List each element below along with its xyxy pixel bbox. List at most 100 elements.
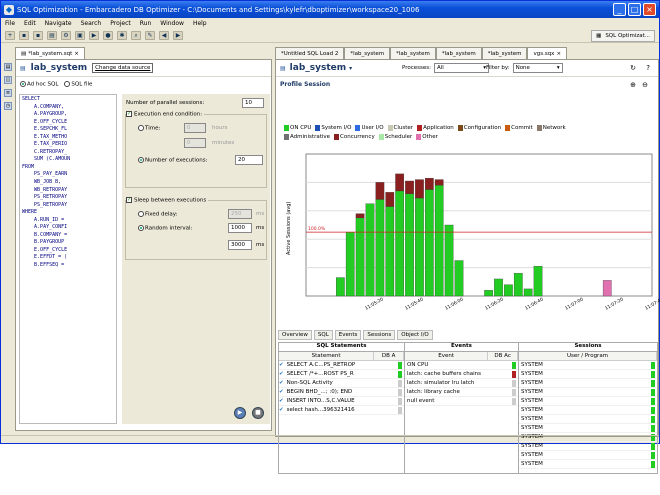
menu-help[interactable]: Help [193, 20, 207, 27]
refresh-icon[interactable]: ↻ [630, 64, 636, 72]
legend-item[interactable]: Concurrency [334, 133, 375, 142]
perspective-switcher[interactable]: ▦ SQL Optimizat... [591, 30, 655, 42]
random-min-stepper[interactable]: 1000 [228, 223, 252, 233]
tab-lab-system-2[interactable]: *lab_system [390, 47, 436, 59]
num-executions-stepper[interactable]: 20 [235, 155, 263, 165]
sql-file-radio[interactable]: SQL file [64, 81, 92, 88]
execution-end-checkbox[interactable]: ✓ Execution end condition: [126, 111, 205, 118]
tab-lab-system-1[interactable]: *lab_system [344, 47, 391, 59]
search-icon[interactable]: ⌕ [131, 31, 141, 40]
time-radio[interactable]: Time: [138, 125, 160, 132]
legend-item[interactable]: Network [536, 124, 566, 133]
tab-overview[interactable]: Overview [278, 330, 312, 340]
connect-icon[interactable]: ⚙ [61, 31, 71, 40]
menu-navigate[interactable]: Navigate [45, 20, 72, 27]
filter-select[interactable]: None ▾ [512, 63, 563, 73]
fixed-delay-stepper[interactable]: 250 [228, 209, 252, 219]
legend-item[interactable]: Application [417, 124, 454, 133]
table-row[interactable]: ✔ SELECT A.C...PS_RETROP [279, 361, 404, 370]
tab-lab-system-sqt[interactable]: ▤ *lab_system.sqt × [15, 47, 85, 59]
tab-object-io[interactable]: Object I/O [397, 330, 433, 340]
parallel-sessions-stepper[interactable]: 10 [242, 98, 264, 108]
table-row[interactable]: null event [405, 397, 518, 406]
sql-text-editor[interactable]: SELECT A.COMPANY, A.PAYGROUP, E.OFF_CYCL… [19, 94, 117, 424]
save-all-icon[interactable]: ▪ [33, 31, 43, 40]
menu-edit[interactable]: Edit [24, 20, 36, 27]
execute-icon[interactable]: ▶ [89, 31, 99, 40]
table-row[interactable]: SYSTEM [519, 379, 657, 388]
table-row[interactable]: SYSTEM [519, 424, 657, 433]
close-tab-icon[interactable]: × [74, 51, 79, 57]
legend-item[interactable]: ON CPU [284, 124, 311, 133]
active-sessions-chart[interactable]: 100.0% Active Sessions (avg) 11:05:20 11:05… [276, 150, 660, 332]
table-row[interactable]: SYSTEM [519, 370, 657, 379]
random-max-stepper[interactable]: 3000 [228, 240, 252, 250]
menu-run[interactable]: Run [140, 20, 152, 27]
legend-item[interactable]: Cluster [387, 124, 413, 133]
table-row[interactable]: latch: cache buffers chains [405, 370, 518, 379]
tab-lab-system-3[interactable]: *lab_system [435, 47, 482, 59]
database-icon[interactable]: ▣ [75, 31, 85, 40]
processes-select[interactable]: All ▾ [433, 63, 489, 73]
table-row[interactable]: ✔ BEGIN BHD_...; :0); END [279, 388, 404, 397]
maximize-button[interactable]: □ [628, 3, 641, 16]
table-row[interactable]: SYSTEM [519, 451, 657, 460]
history-icon[interactable]: ◷ [4, 102, 12, 110]
tab-sql[interactable]: SQL [313, 330, 333, 340]
forward-icon[interactable]: ▶ [173, 31, 183, 40]
outline-icon[interactable]: ≡ [4, 89, 12, 97]
tab-untitled-sql-load[interactable]: *Untitled SQL Load 2 [275, 47, 345, 59]
tab-sessions[interactable]: Sessions [363, 330, 396, 340]
table-row[interactable]: ON CPU [405, 361, 518, 370]
menu-search[interactable]: Search [81, 20, 102, 27]
table-row[interactable]: SYSTEM [519, 442, 657, 451]
fixed-delay-radio[interactable]: Fixed delay: [138, 211, 177, 218]
random-interval-radio[interactable]: Random interval: [138, 225, 192, 232]
menu-window[interactable]: Window [160, 20, 184, 27]
minimize-button[interactable]: _ [613, 3, 626, 16]
execute-load-button[interactable]: ▶ [234, 407, 246, 419]
print-icon[interactable]: ▤ [47, 31, 57, 40]
event-db-activity-col-header[interactable]: DB Ac [488, 352, 518, 360]
legend-item[interactable]: Other [416, 133, 438, 142]
chevron-down-icon[interactable]: ▾ [349, 65, 352, 72]
table-row[interactable]: ✔ INSERT INTO...S,C.VALUE [279, 397, 404, 406]
zoom-out-icon[interactable]: ⊖ [642, 81, 648, 89]
num-executions-radio[interactable]: Number of executions: [138, 157, 207, 164]
menu-project[interactable]: Project [110, 20, 131, 27]
legend-item[interactable]: Commit [505, 124, 533, 133]
table-row[interactable]: SYSTEM [519, 406, 657, 415]
table-row[interactable]: latch: library cache [405, 388, 518, 397]
legend-item[interactable]: Configuration [457, 124, 501, 133]
legend-item[interactable]: User I/O [355, 124, 384, 133]
statement-col-header[interactable]: Statement [279, 352, 375, 360]
table-row[interactable]: ✔ select hash...396321416 [279, 406, 404, 415]
hours-stepper[interactable]: 0 [184, 123, 206, 133]
tab-vgs-sqx[interactable]: vgs.sqx × [527, 47, 568, 59]
change-data-source-link[interactable]: Change data source [92, 63, 154, 73]
db-activity-col-header[interactable]: DB A [374, 352, 404, 360]
debug-icon[interactable]: ✱ [117, 31, 127, 40]
close-button[interactable]: × [643, 3, 656, 16]
table-row[interactable]: SYSTEM [519, 397, 657, 406]
close-tab-icon[interactable]: × [556, 51, 561, 57]
adhoc-sql-radio[interactable]: Ad hoc SQL [20, 81, 58, 88]
table-row[interactable]: SYSTEM [519, 415, 657, 424]
new-icon[interactable]: + [5, 31, 15, 40]
help-icon[interactable]: ? [646, 64, 650, 72]
user-program-col-header[interactable]: User / Program [519, 352, 657, 360]
menu-file[interactable]: File [5, 20, 15, 27]
sleep-checkbox[interactable]: ✓ Sleep between executions [126, 197, 209, 204]
run-icon[interactable]: ● [103, 31, 113, 40]
tab-events[interactable]: Events [334, 330, 362, 340]
minutes-stepper[interactable]: 0 [184, 138, 206, 148]
edit-icon[interactable]: ✎ [145, 31, 155, 40]
table-row[interactable]: SYSTEM [519, 361, 657, 370]
zoom-in-icon[interactable]: ⊕ [630, 81, 636, 89]
stop-load-button[interactable]: ■ [252, 407, 264, 419]
legend-item[interactable]: System I/O [315, 124, 351, 133]
tab-lab-system-4[interactable]: *lab_system [481, 47, 528, 59]
table-row[interactable]: ✔ SELECT /*+...ROST PS_R [279, 370, 404, 379]
explorer-icon[interactable]: ◫ [4, 76, 12, 84]
table-row[interactable]: SYSTEM [519, 388, 657, 397]
